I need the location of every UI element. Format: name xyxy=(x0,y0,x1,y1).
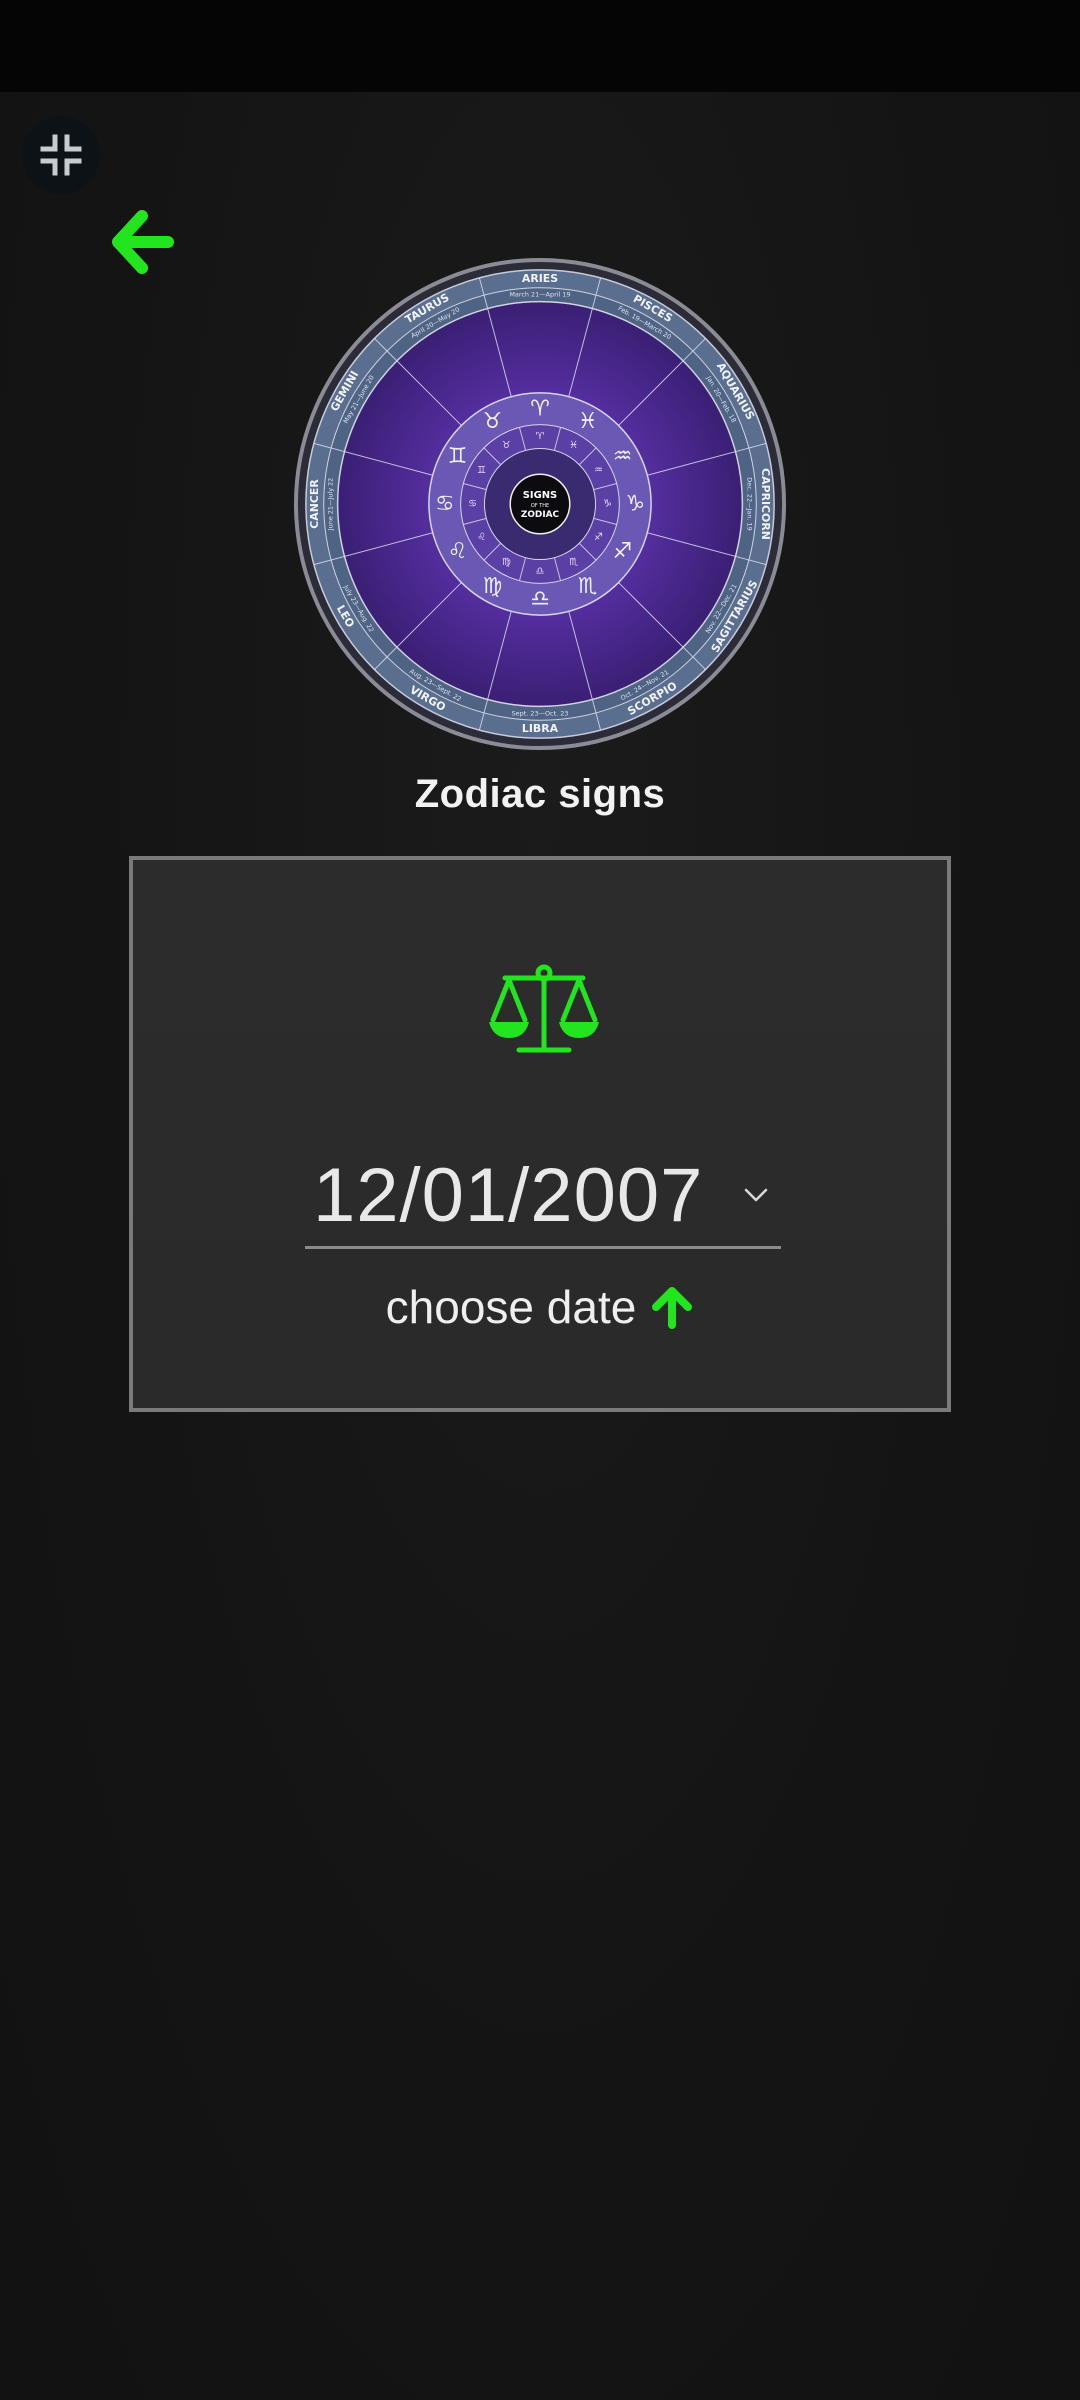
wheel-sign-glyph: ♏ xyxy=(578,574,598,599)
wheel-sign-name: ARIES xyxy=(522,272,558,285)
wheel-sign-glyph-small: ♐ xyxy=(594,532,603,543)
wheel-sign-glyph: ♌ xyxy=(448,539,468,564)
wheel-sign-glyph: ♈ xyxy=(530,396,550,421)
wheel-sign-glyph-small: ♒ xyxy=(594,465,603,476)
choose-date-label: choose date xyxy=(385,1281,637,1333)
wheel-sign-glyph: ♒ xyxy=(613,444,633,469)
date-card: 12/01/2007 choose date xyxy=(129,856,951,1412)
page-title: Zodiac signs xyxy=(414,772,666,816)
wheel-sign-glyph-small: ♏ xyxy=(569,557,578,568)
wheel-sign-dates: March 21—April 19 xyxy=(509,291,570,299)
collapse-arrows-icon xyxy=(40,134,82,176)
wheel-center-line-2: OF THE xyxy=(531,503,549,509)
wheel-sign-dates: June 21—July 22 xyxy=(327,478,335,532)
wheel-sign-glyph-small: ♍ xyxy=(502,557,511,568)
wheel-sign-dates: Dec. 22—Jan. 19 xyxy=(745,477,753,530)
status-bar xyxy=(0,0,1080,92)
wheel-sign-glyph-small: ♋ xyxy=(468,499,477,510)
date-value[interactable]: 12/01/2007 xyxy=(313,1150,703,1242)
wheel-sign-glyph: ♑ xyxy=(625,492,645,517)
wheel-sign-glyph-small: ♈ xyxy=(536,431,545,442)
choose-date-hint: choose date xyxy=(133,1280,947,1334)
wheel-center-line-1: SIGNS xyxy=(523,490,557,501)
wheel-sign-glyph-small: ♉ xyxy=(502,440,511,451)
wheel-sign-glyph-small: ♓ xyxy=(569,440,578,451)
wheel-sign-glyph-small: ♊ xyxy=(477,465,486,476)
zodiac-wheel-image: ARIESMarch 21—April 19♈♈PISCESFeb. 19—Ma… xyxy=(293,257,787,751)
wheel-sign-glyph-small: ♑ xyxy=(603,499,612,510)
wheel-sign-name: LIBRA xyxy=(522,722,559,735)
wheel-sign-glyph: ♋ xyxy=(435,492,455,517)
wheel-sign-glyph: ♉ xyxy=(483,409,503,434)
wheel-sign-glyph: ♍ xyxy=(483,574,503,599)
arrow-up-icon xyxy=(652,1287,693,1329)
wheel-sign-dates: Sept. 23—Oct. 23 xyxy=(512,709,569,717)
arrow-left-icon xyxy=(112,210,174,274)
wheel-sign-glyph: ♊ xyxy=(448,444,468,469)
wheel-sign-glyph-small: ♌ xyxy=(477,532,486,543)
libra-scales-icon xyxy=(489,964,599,1053)
wheel-sign-glyph: ♎ xyxy=(530,587,550,612)
wheel-center-line-3: ZODIAC xyxy=(521,510,559,520)
collapse-button[interactable] xyxy=(22,116,100,194)
wheel-sign-glyph: ♐ xyxy=(613,539,633,564)
date-picker-field[interactable]: 12/01/2007 xyxy=(305,1150,781,1249)
wheel-sign-glyph: ♓ xyxy=(578,409,598,434)
wheel-sign-glyph-small: ♎ xyxy=(536,566,545,577)
chevron-down-icon[interactable] xyxy=(741,1180,771,1210)
back-button[interactable] xyxy=(106,206,178,278)
wheel-sign-name: CAPRICORN xyxy=(759,468,772,540)
wheel-sign-name: CANCER xyxy=(308,479,321,529)
